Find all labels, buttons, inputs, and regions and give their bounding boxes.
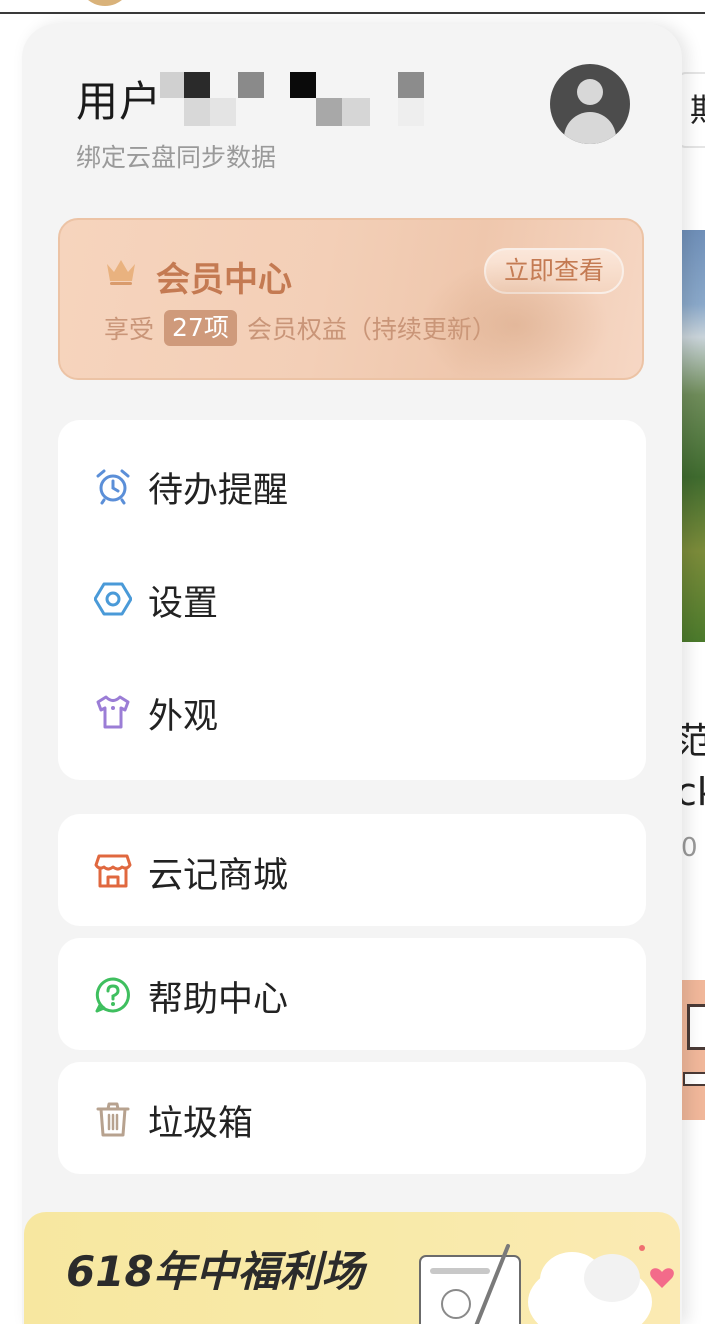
alarm-clock-icon — [96, 469, 130, 505]
avatar-body — [564, 112, 616, 144]
vip-center-title: 会员中心 — [156, 260, 292, 300]
username[interactable]: 用户 — [76, 68, 162, 129]
menu-item-help-center[interactable]: 帮助中心 — [58, 954, 646, 1034]
vip-benefits-text: 享受 27项 会员权益（持续更新） — [104, 310, 497, 346]
vip-center-card[interactable]: 会员中心 享受 27项 会员权益（持续更新） 立即查看 — [58, 218, 644, 380]
menu-item-appearance[interactable]: 外观 — [58, 671, 646, 751]
help-question-icon — [95, 977, 130, 1013]
avatar[interactable] — [550, 64, 630, 144]
menu-label-todo-reminder: 待办提醒 — [148, 471, 289, 511]
menu-label-appearance: 外观 — [148, 697, 219, 737]
bind-cloud-sync-link[interactable]: 绑定云盘同步数据 — [76, 138, 276, 174]
menu-label-help-center: 帮助中心 — [148, 980, 289, 1020]
avatar-head — [577, 79, 603, 105]
t-shirt-icon — [96, 695, 130, 729]
menu-item-trash[interactable]: 垃圾箱 — [58, 1078, 646, 1158]
store-icon — [94, 854, 132, 888]
menu-label-trash: 垃圾箱 — [148, 1104, 254, 1144]
menu-label-store: 云记商城 — [148, 856, 289, 896]
background-avatar-edge — [78, 0, 132, 6]
crown-icon — [107, 260, 135, 285]
menu-group-main: 待办提醒 设置 外观 — [58, 420, 646, 780]
background-note-thumbnail — [681, 980, 705, 1120]
view-now-button[interactable]: 立即查看 — [484, 248, 624, 294]
menu-card-trash: 垃圾箱 — [58, 1062, 646, 1174]
settings-hexagon-icon — [94, 582, 132, 616]
background-note-photo — [681, 230, 705, 642]
side-drawer: 用户 绑定云盘同步数据 会员中心 享受 27项 会员权益（持续更新） 立即查看 — [22, 24, 682, 1324]
vip-benefits-suffix: 会员权益（持续更新） — [246, 315, 497, 344]
menu-item-todo-reminder[interactable]: 待办提醒 — [58, 445, 646, 525]
status-bar-divider — [0, 12, 705, 14]
promo-illustration-icon — [419, 1244, 674, 1324]
trash-icon — [96, 1102, 130, 1137]
menu-label-settings: 设置 — [148, 584, 219, 624]
promo-618-banner[interactable]: 618年中福利场 — [24, 1212, 680, 1324]
vip-benefits-prefix: 享受 — [104, 315, 155, 344]
menu-item-settings[interactable]: 设置 — [58, 558, 646, 638]
menu-card-store: 云记商城 — [58, 814, 646, 926]
username-mosaic-redaction — [160, 72, 430, 128]
menu-card-help: 帮助中心 — [58, 938, 646, 1050]
background-note-date: 0 — [681, 833, 698, 863]
menu-item-store[interactable]: 云记商城 — [58, 830, 646, 910]
vip-benefits-count-badge: 27项 — [164, 310, 237, 346]
promo-618-title: 618年中福利场 — [66, 1247, 364, 1296]
